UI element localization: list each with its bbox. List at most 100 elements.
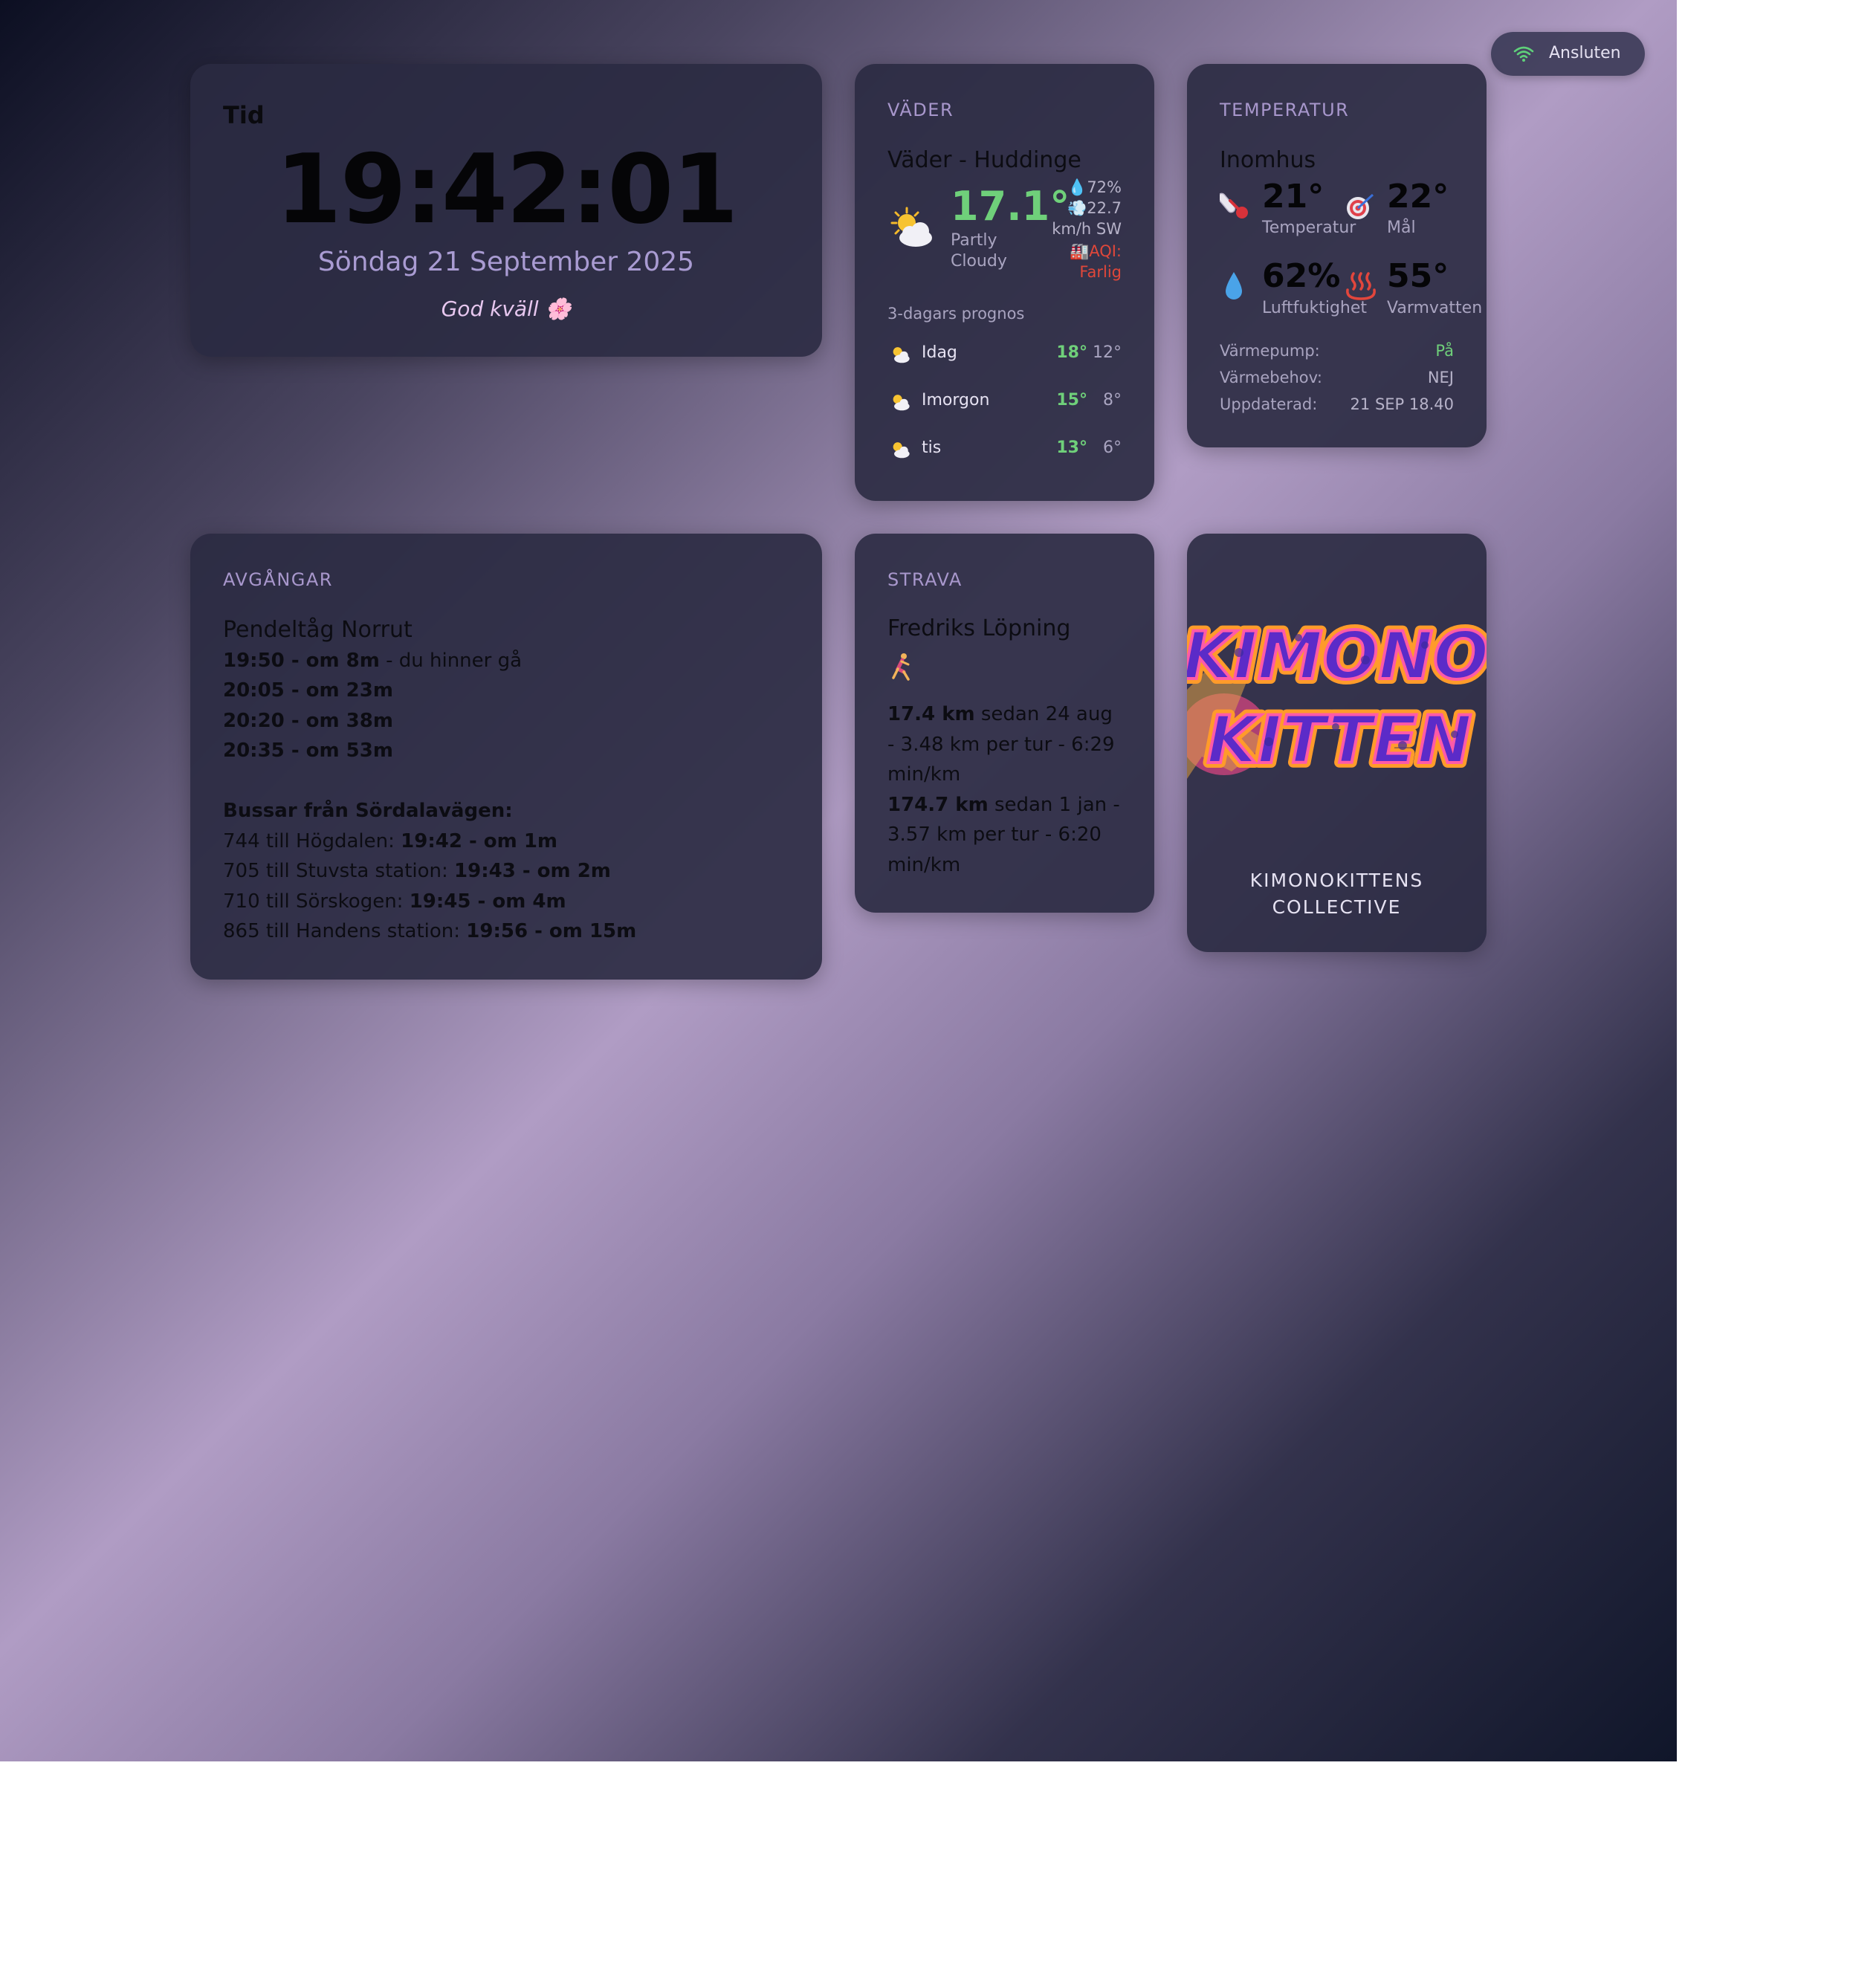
target-temperature-label: Mål: [1387, 219, 1416, 237]
target-icon: [1347, 193, 1374, 219]
bus-title: Bussar från Sördalavägen:: [223, 796, 636, 826]
strava-heading: STRAVA: [887, 569, 963, 590]
strava-distance: 174.7 km: [887, 793, 989, 816]
weather-title: Väder - Huddinge: [887, 147, 1081, 173]
bus-departure: 705 till Stuvsta station: 19:43 - om 2m: [223, 856, 636, 887]
clock-title: Tid: [223, 101, 265, 129]
bus-route: 710 till Sörskogen:: [223, 890, 410, 913]
strava-title: Fredriks Löpning: [887, 615, 1071, 641]
strava-card: STRAVA Fredriks Löpning 17.4 km sedan 24…: [855, 534, 1154, 913]
train-title: Pendeltåg Norrut: [223, 617, 413, 643]
connection-status-label: Ansluten: [1549, 44, 1621, 62]
indoor-temperature-value: 21°: [1262, 178, 1324, 216]
bus-title-text: Bussar från Sördalavägen:: [223, 800, 513, 822]
forecast-day: tis: [922, 438, 942, 457]
bus-time: 19:42 - om 1m: [401, 829, 557, 852]
kimono-kitten-logo: KIMONO KIMONO KITTEN KITTEN: [1187, 612, 1487, 783]
thermometer-icon: [1220, 192, 1248, 219]
sun-behind-cloud-icon: [893, 442, 910, 459]
train-departure: 19:50 - om 8m - du hinner gå: [223, 646, 636, 676]
weather-humidity: 💧72%: [1040, 177, 1122, 198]
forecast-row: Idag 18° 12°: [887, 339, 1122, 369]
clock-greeting: God kväll 🌸: [441, 297, 572, 321]
forecast-day: Imorgon: [922, 391, 990, 410]
bus-time: 19:56 - om 15m: [466, 920, 637, 942]
strava-stat: 174.7 km sedan 1 jan - 3.57 km per tur -…: [887, 790, 1125, 881]
train-time: 20:05 - om 23m: [223, 679, 393, 702]
strava-distance: 17.4 km: [887, 703, 975, 725]
weather-humidity-value: 72%: [1087, 178, 1122, 196]
train-time: 20:35 - om 53m: [223, 739, 393, 762]
clock-card: Tid 19:42:01 Söndag 21 September 2025 Go…: [190, 64, 822, 357]
hot-water-value: 55°: [1387, 257, 1449, 295]
forecast-low: 6°: [1103, 438, 1122, 457]
bus-time: 19:43 - om 2m: [454, 860, 611, 882]
bus-route: 705 till Stuvsta station:: [223, 860, 455, 882]
kimono-caption: KIMONOKITTENS COLLECTIVE: [1249, 870, 1424, 918]
bus-departure: 865 till Handens station: 19:56 - om 15m: [223, 916, 636, 947]
train-departure: 20:05 - om 23m: [223, 676, 636, 706]
forecast-high: 13°: [1056, 438, 1087, 457]
weather-wind-value: 22.7 km/h SW: [1052, 199, 1122, 238]
heat-pump-value: På: [1435, 342, 1454, 360]
sun-behind-cloud-icon: [893, 347, 910, 363]
train-time: 20:20 - om 38m: [223, 709, 393, 732]
hot-water-label: Varmvatten: [1387, 299, 1483, 317]
updated-label: Uppdaterad:: [1220, 395, 1318, 413]
forecast-high: 15°: [1056, 391, 1087, 410]
indoor-heading: TEMPERATUR: [1220, 100, 1350, 120]
bus-route: 865 till Handens station:: [223, 920, 467, 942]
sun-behind-cloud-icon: [893, 395, 910, 411]
strava-stat: 17.4 km sedan 24 aug - 3.48 km per tur -…: [887, 699, 1125, 790]
svg-text:KITTEN: KITTEN: [1207, 702, 1472, 778]
weather-condition: Partly Cloudy: [951, 231, 1007, 271]
factory-icon: 🏭: [1070, 242, 1090, 260]
forecast-day: Idag: [922, 343, 957, 362]
strava-stats: 17.4 km sedan 24 aug - 3.48 km per tur -…: [887, 699, 1125, 880]
updated-value: 21 SEP 18.40: [1350, 395, 1454, 413]
forecast-low: 8°: [1103, 391, 1122, 410]
droplet-icon: [1226, 272, 1242, 300]
indoor-subtitle: Inomhus: [1220, 147, 1316, 173]
forecast-low: 12°: [1093, 343, 1122, 362]
kimono-kitten-card[interactable]: KIMONO KIMONO KITTEN KITTEN KIMONOKITTEN…: [1187, 534, 1487, 952]
forecast-row: Imorgon 15° 8°: [887, 386, 1122, 416]
clock-time: 19:42:01: [275, 135, 739, 245]
weather-wind: 💨22.7 km/h SW: [1040, 198, 1122, 239]
weather-card: VÄDER Väder - Huddinge 17.1° Partly Clou…: [855, 64, 1154, 501]
heat-demand-value: NEJ: [1427, 369, 1454, 386]
sun-behind-cloud-icon: [890, 207, 932, 247]
hot-springs-icon: [1346, 272, 1376, 300]
weather-aqi: 🏭AQI: Farlig: [1047, 241, 1122, 282]
train-time: 19:50 - om 8m: [223, 649, 380, 672]
forecast-high: 18°: [1056, 343, 1087, 362]
train-note: - du hinner gå: [379, 649, 523, 672]
bus-departure: 744 till Högdalen: 19:42 - om 1m: [223, 826, 636, 857]
train-departure: 20:20 - om 38m: [223, 706, 636, 737]
dashboard-background: Ansluten Tid 19:42:01 Söndag 21 Septembe…: [0, 0, 1677, 1761]
departures-list: Pendeltåg Norrut 19:50 - om 8m - du hinn…: [223, 615, 636, 947]
connection-status-pill[interactable]: Ansluten: [1491, 32, 1645, 76]
forecast-title: 3-dagars prognos: [887, 305, 1025, 323]
wind-icon: 💨: [1067, 199, 1087, 217]
droplet-icon: 💧: [1067, 178, 1087, 196]
bus-departure: 710 till Sörskogen: 19:45 - om 4m: [223, 887, 636, 917]
svg-text:KIMONO: KIMONO: [1187, 618, 1487, 694]
wifi-icon: [1513, 46, 1534, 62]
departures-card: AVGÅNGAR Pendeltåg Norrut 19:50 - om 8m …: [190, 534, 822, 980]
departures-heading: AVGÅNGAR: [223, 569, 333, 590]
bus-route: 744 till Högdalen:: [223, 829, 401, 852]
clock-date: Söndag 21 September 2025: [317, 247, 695, 277]
runner-icon: [892, 653, 910, 681]
indoor-temperature-label: Temperatur: [1262, 219, 1356, 237]
heat-pump-label: Värmepump:: [1220, 342, 1320, 360]
weather-heading: VÄDER: [887, 100, 954, 120]
train-departure: 20:35 - om 53m: [223, 736, 636, 766]
heat-demand-label: Värmebehov:: [1220, 369, 1323, 386]
bus-time: 19:45 - om 4m: [409, 890, 566, 913]
target-temperature-value: 22°: [1387, 178, 1449, 216]
indoor-temperature-card: TEMPERATUR Inomhus 21° Temperatur 22° Må…: [1187, 64, 1487, 447]
forecast-row: tis 13° 6°: [887, 434, 1122, 464]
indoor-humidity-value: 62%: [1262, 257, 1341, 295]
